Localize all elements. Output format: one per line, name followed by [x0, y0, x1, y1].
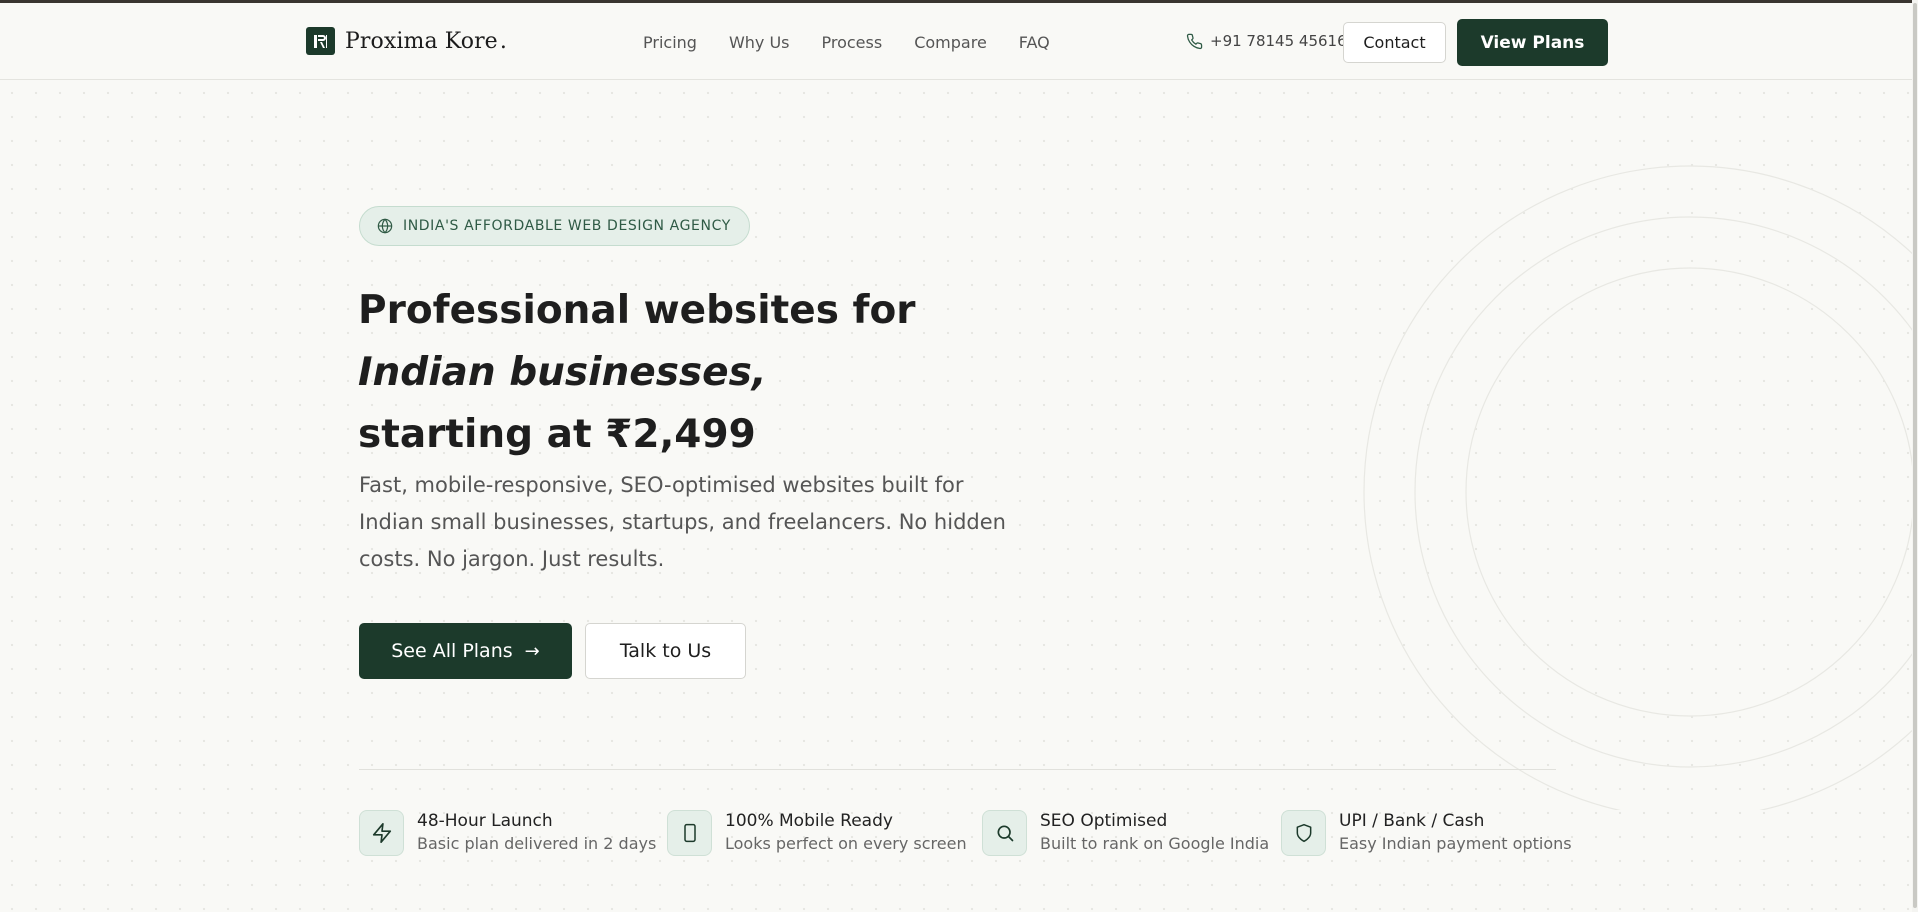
feature-item: SEO Optimised Built to rank on Google In… — [982, 810, 1269, 856]
badge-text: INDIA'S AFFORDABLE WEB DESIGN AGENCY — [403, 218, 731, 234]
phone-link[interactable]: +91 78145 45616 — [1186, 32, 1347, 50]
feature-desc: Easy Indian payment options — [1339, 834, 1572, 853]
site-header: Proxima Kore . Pricing Why Us Process Co… — [0, 3, 1912, 80]
hero-headline: Professional websites for Indian busines… — [358, 280, 916, 466]
section-divider — [359, 769, 1556, 770]
brand-logo[interactable]: Proxima Kore . — [306, 27, 507, 55]
main-nav: Pricing Why Us Process Compare FAQ — [643, 33, 1082, 52]
feature-item: 48-Hour Launch Basic plan delivered in 2… — [359, 810, 656, 856]
feature-title: UPI / Bank / Cash — [1339, 811, 1485, 831]
lightning-icon — [359, 810, 404, 856]
contact-button[interactable]: Contact — [1343, 22, 1446, 63]
feature-item: UPI / Bank / Cash Easy Indian payment op… — [1281, 810, 1572, 856]
see-all-plans-button[interactable]: See All Plans → — [359, 623, 572, 679]
decorative-circles — [1363, 165, 1912, 810]
see-all-plans-label: See All Plans — [391, 640, 513, 662]
shield-icon — [1281, 810, 1326, 856]
feature-desc: Looks perfect on every screen — [725, 834, 967, 853]
nav-item-process[interactable]: Process — [822, 33, 883, 52]
nav-item-faq[interactable]: FAQ — [1019, 33, 1050, 52]
scrollbar-thumb[interactable] — [1913, 3, 1917, 908]
talk-to-us-button[interactable]: Talk to Us — [585, 623, 746, 679]
feature-item: 100% Mobile Ready Looks perfect on every… — [667, 810, 967, 856]
feature-title: 100% Mobile Ready — [725, 811, 893, 831]
nav-item-pricing[interactable]: Pricing — [643, 33, 697, 52]
logo-mark-icon — [306, 27, 335, 55]
feature-title: SEO Optimised — [1040, 811, 1168, 831]
feature-desc: Basic plan delivered in 2 days — [417, 834, 657, 853]
scrollbar[interactable] — [1912, 0, 1918, 912]
search-icon — [982, 810, 1027, 856]
phone-number: +91 78145 45616 — [1210, 32, 1347, 50]
headline-line-1: Professional websites for — [358, 288, 916, 333]
globe-icon — [377, 218, 393, 234]
arrow-right-icon: → — [524, 640, 540, 662]
hero-badge: INDIA'S AFFORDABLE WEB DESIGN AGENCY — [359, 206, 750, 246]
view-plans-button[interactable]: View Plans — [1457, 19, 1608, 66]
headline-line-2: Indian businesses, — [358, 350, 767, 395]
phone-icon — [1186, 33, 1203, 49]
hero-subtext: Fast, mobile-responsive, SEO-optimised w… — [359, 473, 1006, 571]
headline-line-3: starting at ₹2,499 — [358, 412, 756, 457]
mobile-icon — [667, 810, 712, 856]
brand-name: Proxima Kore — [345, 28, 498, 54]
feature-desc: Built to rank on Google India — [1040, 834, 1270, 853]
feature-title: 48-Hour Launch — [417, 811, 553, 831]
nav-item-compare[interactable]: Compare — [914, 33, 987, 52]
brand-dot: . — [499, 28, 507, 54]
nav-item-why-us[interactable]: Why Us — [729, 33, 790, 52]
